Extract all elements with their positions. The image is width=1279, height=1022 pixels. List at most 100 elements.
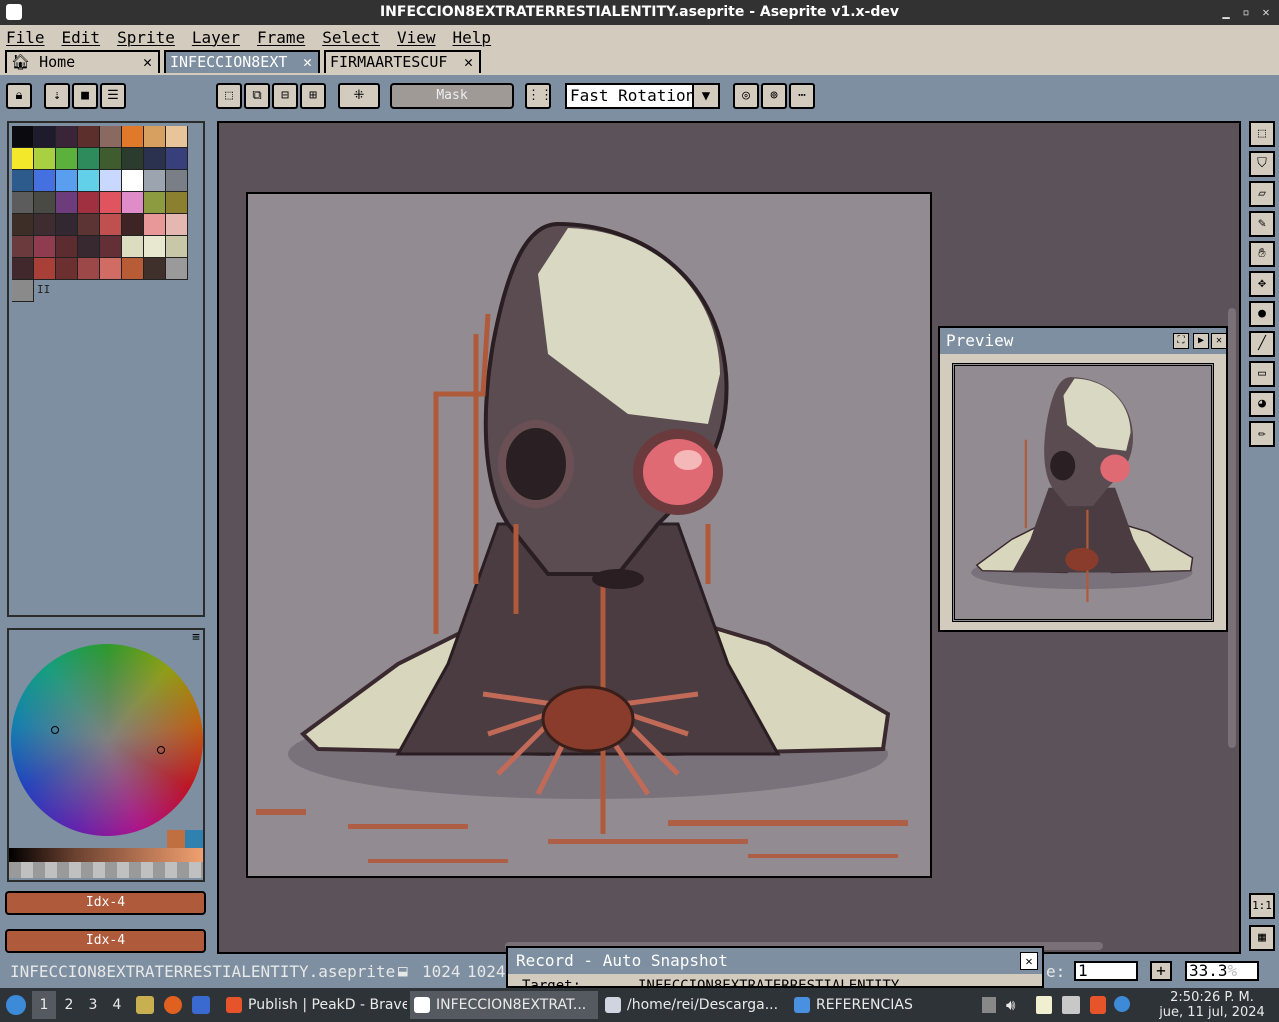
palette-swatch[interactable] [12, 280, 34, 302]
palette-swatch[interactable] [12, 192, 34, 214]
selection-replace-icon[interactable]: ⬚ [216, 83, 242, 109]
palette-swatch[interactable] [56, 170, 78, 192]
menu-select[interactable]: Select [322, 28, 380, 47]
aseprite-app-icon[interactable] [6, 4, 22, 20]
pivot-icon[interactable]: ◎ [733, 83, 759, 109]
menu-view[interactable]: View [397, 28, 436, 47]
palette-swatch[interactable] [166, 170, 188, 192]
palette-swatch[interactable] [122, 258, 144, 280]
pixel-perfect-icon[interactable]: ⁜ [338, 83, 380, 109]
tab-home[interactable]: 🏠︎ Home ✕ [5, 50, 160, 73]
task-terminal[interactable]: /home/rei/Descarga... [601, 991, 787, 1019]
fullscreen-icon[interactable]: ⛶ [1173, 333, 1189, 349]
palette-swatch[interactable] [12, 236, 34, 258]
swatch-bg[interactable] [185, 830, 203, 848]
palette-swatch[interactable] [122, 192, 144, 214]
mask-button[interactable]: Mask [390, 83, 514, 109]
notification-icon[interactable] [1114, 996, 1130, 1012]
palette-swatch[interactable] [56, 236, 78, 258]
shade-bar[interactable] [9, 848, 203, 862]
pencil-icon[interactable]: ✏︎ [1249, 421, 1275, 447]
color-wheel[interactable] [11, 644, 203, 836]
palette-swatch[interactable] [100, 214, 122, 236]
palette-swatch[interactable] [144, 192, 166, 214]
clipboard-icon[interactable] [1036, 996, 1052, 1014]
selection-subtract-icon[interactable]: ⊟ [272, 83, 298, 109]
close-window-button[interactable]: ✕ [1258, 4, 1274, 20]
tab-close-icon[interactable]: ✕ [303, 52, 312, 72]
selection-add-icon[interactable]: ⧉ [244, 83, 270, 109]
more-icon[interactable]: ⋯ [789, 83, 815, 109]
paint-bucket-icon[interactable]: ● [1249, 301, 1275, 327]
palette-swatch[interactable] [78, 236, 100, 258]
palette-swatch[interactable] [78, 192, 100, 214]
palette-swatch[interactable] [166, 214, 188, 236]
palette-swatch[interactable] [166, 192, 188, 214]
palette-swatch[interactable] [78, 214, 100, 236]
palette-swatch[interactable] [144, 214, 166, 236]
brave-tray-icon[interactable] [1090, 996, 1106, 1014]
task-aseprite[interactable]: INFECCION8EXTRAT... [410, 991, 598, 1019]
tab-close-icon[interactable]: ✕ [464, 52, 473, 72]
task-brave[interactable]: Publish | PeakD - Brave [222, 991, 407, 1019]
palette-swatch[interactable] [34, 236, 56, 258]
stop-icon[interactable]: ■ [72, 83, 98, 109]
lasso-icon[interactable]: ⛉ [1249, 151, 1275, 177]
palette-swatch[interactable] [166, 126, 188, 148]
palette-swatch[interactable] [166, 148, 188, 170]
menu-frame[interactable]: Frame [257, 28, 305, 47]
file-manager-icon[interactable] [136, 996, 154, 1014]
menu-layer[interactable]: Layer [192, 28, 240, 47]
clock[interactable]: 2:50:26 P. M. jue, 11 jul, 2024 [1150, 990, 1274, 1020]
alpha-bar[interactable] [9, 862, 203, 878]
rotation-algorithm-select[interactable]: Fast Rotation ▼ [565, 83, 720, 109]
hand-icon[interactable]: ✋︎ [1249, 241, 1275, 267]
palette-swatch[interactable] [78, 148, 100, 170]
palette-swatch[interactable] [166, 258, 188, 280]
eraser-icon[interactable]: ▱ [1249, 181, 1275, 207]
palette-swatch[interactable] [78, 126, 100, 148]
timeline-icon[interactable]: ▦ [1249, 925, 1275, 951]
palette-swatch[interactable] [12, 170, 34, 192]
palette-swatch[interactable] [34, 214, 56, 236]
palette-swatch[interactable] [122, 148, 144, 170]
menu-help[interactable]: Help [453, 28, 492, 47]
grid-icon[interactable]: ⋮⋮ [525, 83, 553, 109]
panel-menu-icon[interactable]: ≡ [192, 630, 200, 645]
preview-image[interactable] [952, 363, 1214, 622]
zoom-reset-button[interactable]: 1:1 [1249, 893, 1275, 919]
palette-swatch[interactable] [56, 192, 78, 214]
bg-color-button[interactable]: Idx-4 [5, 929, 206, 953]
palette-swatch[interactable] [34, 192, 56, 214]
palette-swatch[interactable] [144, 148, 166, 170]
palette-swatch[interactable] [100, 258, 122, 280]
palette-swatch[interactable] [78, 170, 100, 192]
blur-icon[interactable]: ◕ [1249, 391, 1275, 417]
palette-swatch[interactable] [12, 148, 34, 170]
transparent-icon[interactable]: ⊚ [761, 83, 787, 109]
move-down-icon[interactable]: ⇣ [44, 83, 70, 109]
line-icon[interactable]: ╱ [1249, 331, 1275, 357]
lock-icon[interactable]: 🔒︎ [6, 83, 32, 109]
pause-icon[interactable]: II [37, 283, 50, 296]
menu-edit[interactable]: Edit [62, 28, 101, 47]
volume-icon[interactable]: 🔊︎ [1006, 996, 1015, 1014]
palette-swatch[interactable] [100, 148, 122, 170]
palette-swatch[interactable] [56, 126, 78, 148]
selection-intersect-icon[interactable]: ⊞ [300, 83, 326, 109]
palette-swatch[interactable] [56, 258, 78, 280]
palette-swatch[interactable] [34, 148, 56, 170]
rectangle-icon[interactable]: ▭ [1249, 361, 1275, 387]
wheel-marker[interactable] [51, 726, 59, 734]
close-icon[interactable]: ✕ [1020, 952, 1038, 970]
tab-infeccion[interactable]: INFECCION8EXT ✕ [164, 50, 320, 73]
list-icon[interactable]: ☰ [100, 83, 126, 109]
palette-swatch[interactable] [78, 258, 100, 280]
zoom-input[interactable]: 33.3% [1185, 961, 1259, 981]
palette-swatch[interactable] [12, 126, 34, 148]
desktop-icon[interactable] [192, 996, 210, 1014]
workspace-4[interactable]: 4 [108, 997, 126, 1013]
palette-swatch[interactable] [122, 214, 144, 236]
sprite-artwork[interactable] [246, 192, 932, 878]
palette-swatch[interactable] [34, 170, 56, 192]
